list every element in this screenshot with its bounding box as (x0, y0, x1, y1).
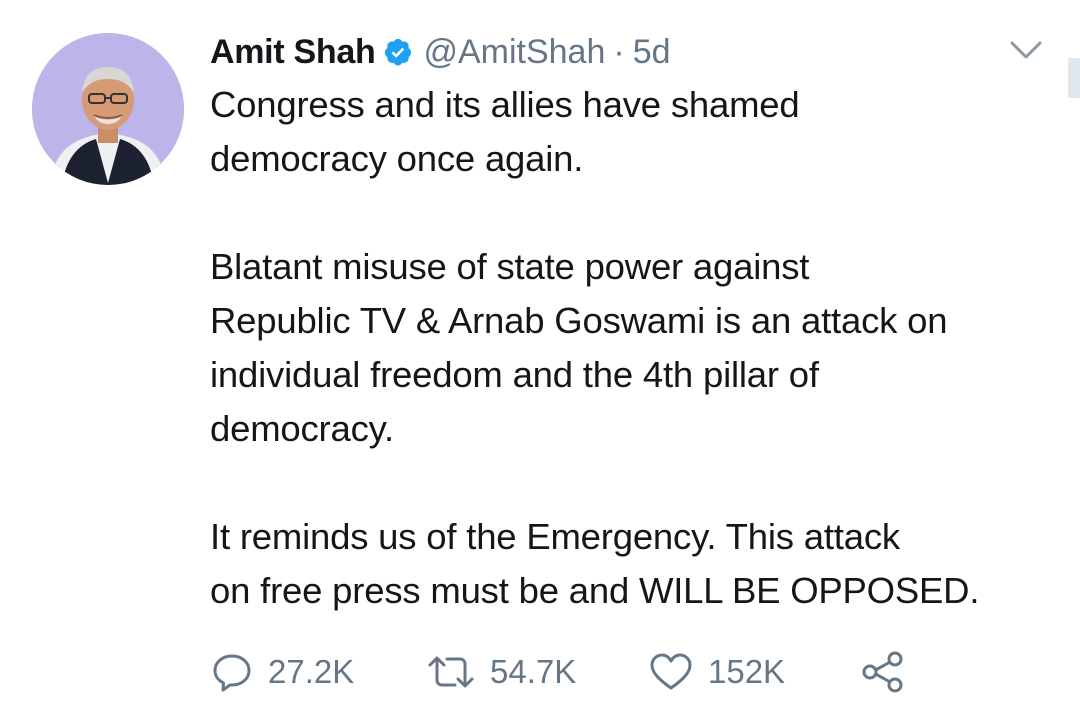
chevron-down-icon[interactable] (1008, 38, 1044, 62)
action-bar: 27.2K 54.7K 152K (210, 645, 906, 699)
tweet-header: Amit Shah @AmitShah · 5d (210, 28, 671, 76)
tweet-paragraph: Blatant misuse of state power against Re… (210, 240, 1060, 456)
tweet-line: democracy once again. (210, 138, 584, 179)
retweet-count: 54.7K (490, 653, 577, 690)
tweet-line: It reminds us of the Emergency. This att… (210, 516, 900, 557)
reply-button[interactable]: 27.2K (210, 650, 426, 694)
reply-icon (213, 654, 251, 692)
timestamp[interactable]: 5d (633, 33, 671, 72)
tweet-paragraph: It reminds us of the Emergency. This att… (210, 510, 1060, 618)
scrollbar[interactable] (1068, 58, 1080, 98)
avatar-photo (32, 33, 184, 185)
avatar[interactable] (32, 33, 184, 185)
tweet-line: individual freedom and the 4th pillar of (210, 354, 819, 395)
author-handle[interactable]: @AmitShah (423, 33, 605, 72)
verified-badge-icon (383, 37, 413, 67)
retweet-button[interactable]: 54.7K (426, 650, 648, 694)
tweet-line: Blatant misuse of state power against (210, 246, 810, 287)
like-button[interactable]: 152K (648, 650, 860, 694)
tweet-line: on free press must be and WILL BE OPPOSE… (210, 570, 980, 611)
tweet-line: democracy. (210, 408, 394, 449)
author-name[interactable]: Amit Shah (210, 33, 376, 72)
share-button[interactable] (860, 650, 906, 694)
like-icon (650, 653, 692, 690)
like-count: 152K (708, 653, 786, 690)
tweet-line: Republic TV & Arnab Goswami is an attack… (210, 300, 948, 341)
separator-dot: · (613, 32, 625, 71)
tweet-text: Congress and its allies have shamed demo… (210, 78, 1060, 618)
tweet-paragraph: Congress and its allies have shamed demo… (210, 78, 1060, 186)
tweet-line: Congress and its allies have shamed (210, 84, 800, 125)
reply-count: 27.2K (268, 653, 355, 690)
tweet-card[interactable]: Amit Shah @AmitShah · 5d Congress and it… (0, 0, 1080, 724)
retweet-icon (428, 656, 474, 688)
share-icon (862, 651, 903, 693)
